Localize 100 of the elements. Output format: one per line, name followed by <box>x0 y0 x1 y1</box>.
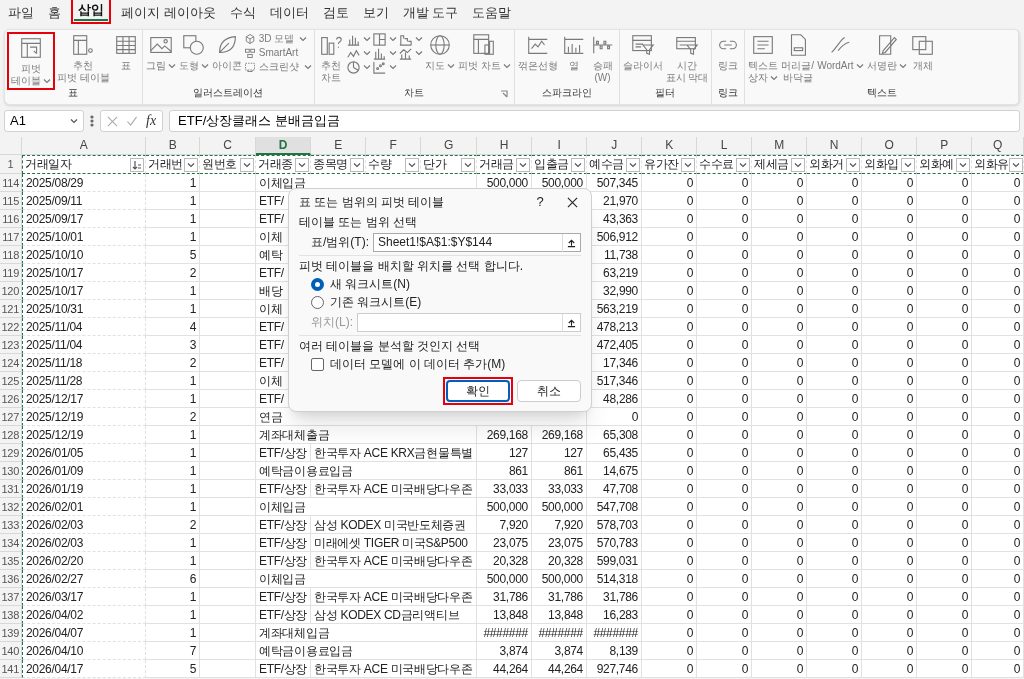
row-number[interactable]: 116 <box>0 210 22 228</box>
row-number[interactable]: 118 <box>0 246 22 264</box>
dialog-button[interactable]: 확인 <box>446 380 510 402</box>
empty-cell[interactable] <box>200 570 256 588</box>
empty-cell[interactable] <box>200 192 256 210</box>
row-number[interactable]: 1 <box>0 155 22 174</box>
row-number[interactable]: 139 <box>0 624 22 642</box>
tab[interactable]: 파일 <box>4 4 38 24</box>
empty-cell[interactable] <box>200 282 256 300</box>
empty-cell[interactable] <box>200 300 256 318</box>
column-letter[interactable]: J <box>587 137 642 155</box>
empty-cell[interactable] <box>200 264 256 282</box>
empty-cell[interactable] <box>200 480 256 498</box>
column-letter[interactable]: E <box>311 137 366 155</box>
tab[interactable]: 데이터 <box>265 4 313 24</box>
row-number[interactable]: 124 <box>0 354 22 372</box>
empty-cell[interactable] <box>200 462 256 480</box>
checkbox[interactable] <box>311 358 324 371</box>
row-number[interactable]: 127 <box>0 408 22 426</box>
row-number[interactable]: 130 <box>0 462 22 480</box>
empty-cell[interactable] <box>200 390 256 408</box>
row-number[interactable]: 136 <box>0 570 22 588</box>
row-number[interactable]: 128 <box>0 426 22 444</box>
empty-cell[interactable] <box>200 516 256 534</box>
row-number[interactable]: 120 <box>0 282 22 300</box>
filter-button[interactable] <box>956 157 970 172</box>
tab[interactable]: 수식 <box>225 4 260 24</box>
tab[interactable]: 개발 도구 <box>398 4 463 24</box>
row-number[interactable]: 140 <box>0 642 22 660</box>
radio-button[interactable] <box>311 278 324 291</box>
empty-cell[interactable] <box>200 642 256 660</box>
filter-button[interactable] <box>350 157 364 172</box>
tab[interactable]: 도움말 <box>468 4 516 24</box>
column-letter[interactable]: P <box>917 137 972 155</box>
empty-cell[interactable] <box>200 498 256 516</box>
row-number[interactable]: 125 <box>0 372 22 390</box>
filter-button[interactable] <box>901 157 915 172</box>
row-number[interactable]: 119 <box>0 264 22 282</box>
tab[interactable]: 홈 <box>44 4 65 24</box>
tab[interactable]: 보기 <box>358 4 393 24</box>
filter-button[interactable] <box>516 157 530 172</box>
row-number[interactable]: 126 <box>0 390 22 408</box>
dialog-button[interactable]: 취소 <box>517 380 581 402</box>
column-letter[interactable]: K <box>642 137 697 155</box>
input-field[interactable]: Sheet1!$A$1:$Y$144 <box>373 233 581 252</box>
column-letter[interactable]: N <box>807 137 862 155</box>
empty-cell[interactable] <box>200 372 256 390</box>
filter-button[interactable] <box>626 157 640 172</box>
empty-cell[interactable] <box>200 336 256 354</box>
empty-cell[interactable] <box>200 534 256 552</box>
row-number[interactable]: 123 <box>0 336 22 354</box>
empty-cell[interactable] <box>200 174 256 192</box>
empty-cell[interactable] <box>200 444 256 462</box>
row-number[interactable]: 133 <box>0 516 22 534</box>
insert-function-button[interactable]: fx <box>146 112 157 130</box>
row-number[interactable]: 115 <box>0 192 22 210</box>
filter-button[interactable] <box>295 157 309 172</box>
row-number[interactable]: 121 <box>0 300 22 318</box>
column-letter[interactable]: B <box>146 137 200 155</box>
column-letter[interactable]: A <box>22 137 146 155</box>
filter-button[interactable] <box>1009 157 1024 172</box>
empty-cell[interactable] <box>200 552 256 570</box>
column-letter[interactable]: C <box>200 137 256 155</box>
column-letter[interactable]: H <box>477 137 532 155</box>
filter-button[interactable] <box>405 157 419 172</box>
tab[interactable]: 페이지 레이아웃 <box>117 4 220 24</box>
column-letter[interactable]: F <box>366 137 421 155</box>
empty-cell[interactable] <box>200 624 256 642</box>
row-number[interactable]: 114 <box>0 174 22 192</box>
filter-button[interactable] <box>736 157 750 172</box>
column-letter[interactable]: M <box>752 137 807 155</box>
row-number[interactable]: 131 <box>0 480 22 498</box>
empty-cell[interactable] <box>200 354 256 372</box>
empty-cell[interactable] <box>200 318 256 336</box>
empty-cell[interactable] <box>200 606 256 624</box>
row-number[interactable]: 141 <box>0 660 22 678</box>
row-number[interactable]: 138 <box>0 606 22 624</box>
empty-cell[interactable] <box>200 408 256 426</box>
tab[interactable]: 삽입 <box>74 1 108 21</box>
filter-button[interactable] <box>681 157 695 172</box>
name-box[interactable]: A1 <box>4 110 84 132</box>
row-number[interactable]: 117 <box>0 228 22 246</box>
column-letter[interactable]: D <box>256 137 311 155</box>
filter-button[interactable] <box>130 157 144 172</box>
empty-cell[interactable] <box>200 426 256 444</box>
filter-button[interactable] <box>791 157 805 172</box>
filter-button[interactable] <box>571 157 585 172</box>
tab[interactable]: 검토 <box>318 4 353 24</box>
row-number[interactable]: 135 <box>0 552 22 570</box>
help-button[interactable]: ? <box>527 191 553 213</box>
empty-cell[interactable] <box>200 210 256 228</box>
row-number[interactable]: 134 <box>0 534 22 552</box>
row-number[interactable]: 122 <box>0 318 22 336</box>
radio-button[interactable] <box>311 296 324 309</box>
column-letter[interactable]: I <box>532 137 587 155</box>
column-letter[interactable]: L <box>697 137 752 155</box>
filter-button[interactable] <box>184 157 198 172</box>
filter-button[interactable] <box>461 157 475 172</box>
column-letter[interactable]: Q <box>972 137 1024 155</box>
column-letter[interactable]: G <box>421 137 477 155</box>
